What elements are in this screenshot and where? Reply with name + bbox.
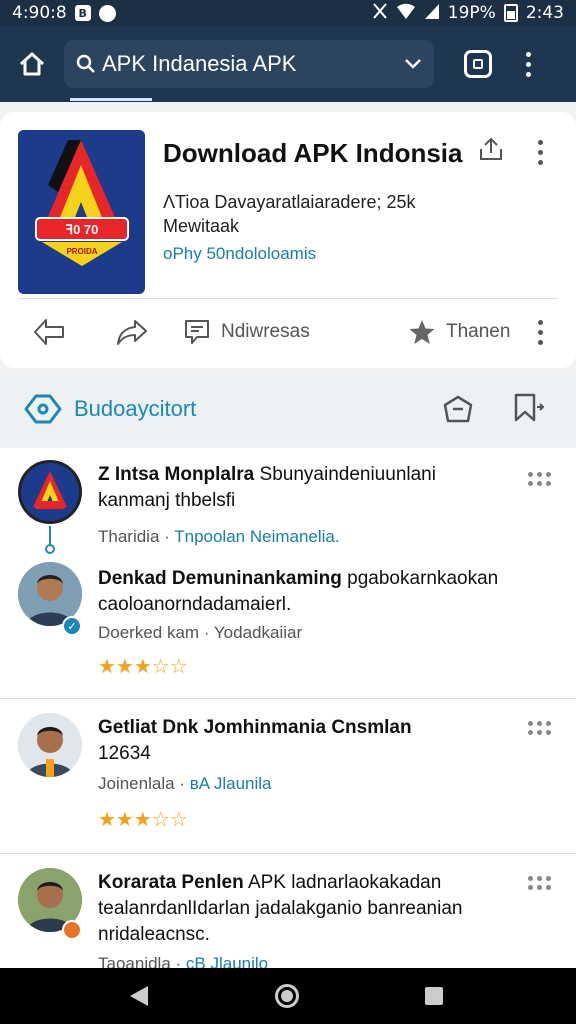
logo-subtext: PROIDA [66, 247, 97, 256]
review-title: Getliat Dnk Jomhinmania Cnsmlan [98, 717, 412, 738]
review-title: Denkad Demuninankaming pgabokarnkaokan [98, 568, 499, 589]
list-item[interactable]: Korarata Penlen APK ladnarlaokakadan tea… [0, 854, 576, 968]
review-title-line2: 12634 [98, 743, 151, 764]
review-title-line2: tealanrdanlIdarlan jadalakganio banreani… [98, 898, 463, 919]
bookmark-icon[interactable] [512, 392, 546, 429]
avatar [18, 460, 82, 524]
status-bar: 4:90:8 B 19P% 2:43 [0, 0, 576, 26]
review-meta: Doerked kam · Yodadkaiiar [98, 623, 303, 642]
status-time-right: 2:43 [525, 3, 564, 23]
home-icon [19, 52, 45, 76]
back-arrow-icon [34, 319, 64, 345]
top-app-bar: APK Indanesia APK [0, 26, 576, 102]
rate-action[interactable]: Thanen [408, 318, 510, 346]
section-title: Budoaycitort [74, 396, 197, 421]
rating-stars: ★★★☆☆ [98, 656, 188, 678]
star-icon [409, 320, 435, 344]
logo-text: ꟻ0 70 [66, 222, 99, 237]
review-title-line3: nridaleacnsc. [98, 924, 210, 945]
system-nav-bar [0, 968, 576, 1024]
review-title: Z Intsa Monplalra Sbunyaindeniuunlani [98, 464, 436, 485]
share-icon[interactable] [478, 137, 504, 166]
notification-icon: B [74, 5, 91, 21]
review-source-link[interactable]: Tnpoolan Neimanelia. [174, 527, 339, 546]
overflow-menu-button[interactable] [526, 51, 531, 77]
app-title: Download APK Indonsia [163, 138, 463, 168]
search-query: APK Indanesia APK [102, 51, 297, 76]
tabs-icon [473, 59, 483, 69]
nav-back-icon[interactable] [130, 986, 148, 1006]
review-options-button[interactable] [528, 472, 551, 486]
list-item[interactable]: Getliat Dnk Jomhinmania Cnsmlan 12634 Jo… [0, 699, 576, 853]
battery-percent: 19P% [447, 3, 496, 23]
review-title: Korarata Penlen APK ladnarlaokakadan [98, 872, 442, 893]
avatar [18, 713, 82, 777]
rate-action-label: Thanen [446, 321, 511, 342]
tabs-button[interactable] [464, 50, 492, 78]
review-source-link[interactable]: ʙA Jlaunila [190, 774, 272, 793]
forward-action[interactable] [115, 318, 149, 346]
home-button[interactable] [0, 26, 64, 102]
rating-stars: ★★★☆☆ [98, 809, 188, 831]
chevron-down-icon[interactable] [404, 58, 422, 70]
reviews-list: Z Intsa Monplalra Sbunyaindeniuunlani ka… [0, 448, 576, 968]
wifi-icon [396, 2, 416, 25]
app-notification-icon [98, 4, 116, 22]
review-options-button[interactable] [528, 721, 551, 735]
review-meta: Tharidia · Tnpoolan Neimanelia. [98, 527, 340, 546]
review-meta: Taoanidla · cB Jlaunilo [98, 954, 268, 968]
signal-icon [424, 2, 440, 25]
review-source-link[interactable]: cB Jlaunilo [186, 954, 268, 968]
section-logo-icon [24, 392, 62, 431]
review-title-line2: caoloanorndadamaierl. [98, 594, 292, 615]
share-arrow-icon [117, 320, 147, 345]
verified-badge-icon: ✓ [62, 616, 82, 636]
reviews-section-header: Budoaycitort [0, 376, 576, 442]
review-options-button[interactable] [528, 876, 551, 890]
divider [18, 298, 558, 299]
battery-icon [503, 4, 518, 22]
app-description-line2: Mewitaak [163, 216, 240, 236]
review-meta: Joinenlala · ʙA Jlaunila [98, 774, 272, 793]
actions-more-button[interactable] [538, 319, 543, 345]
review-title-line2: kanmanj thbelsﬁ [98, 490, 236, 511]
back-action[interactable] [32, 318, 66, 346]
list-item[interactable]: Z Intsa Monplalra Sbunyaindeniuunlani ka… [0, 448, 576, 698]
badge-icon [62, 920, 82, 940]
status-time-left: 4:90:8 [12, 3, 67, 23]
reviews-action[interactable]: Ndiwresas [183, 318, 310, 346]
comment-icon [185, 320, 209, 344]
app-developer-link[interactable]: oPhy 50ndololoamis [163, 244, 316, 264]
search-icon [76, 54, 96, 74]
app-options-button[interactable] [538, 140, 543, 165]
open-in-app-icon[interactable] [442, 394, 474, 429]
app-description: ΛTioa Davayaratlaiaradere; 25k [163, 192, 416, 212]
nav-home-icon[interactable] [275, 984, 299, 1008]
more-vert-icon [538, 319, 543, 345]
app-actions: Ndiwresas Thanen [0, 305, 576, 359]
search-bar[interactable]: APK Indanesia APK [64, 40, 434, 88]
app-logo: ꟻ0 70 PROIDA [18, 130, 145, 294]
reviews-action-label: Ndiwresas [221, 321, 310, 342]
nfc-icon [372, 2, 388, 25]
nav-recents-icon[interactable] [425, 987, 443, 1005]
page-load-progress [70, 98, 152, 101]
